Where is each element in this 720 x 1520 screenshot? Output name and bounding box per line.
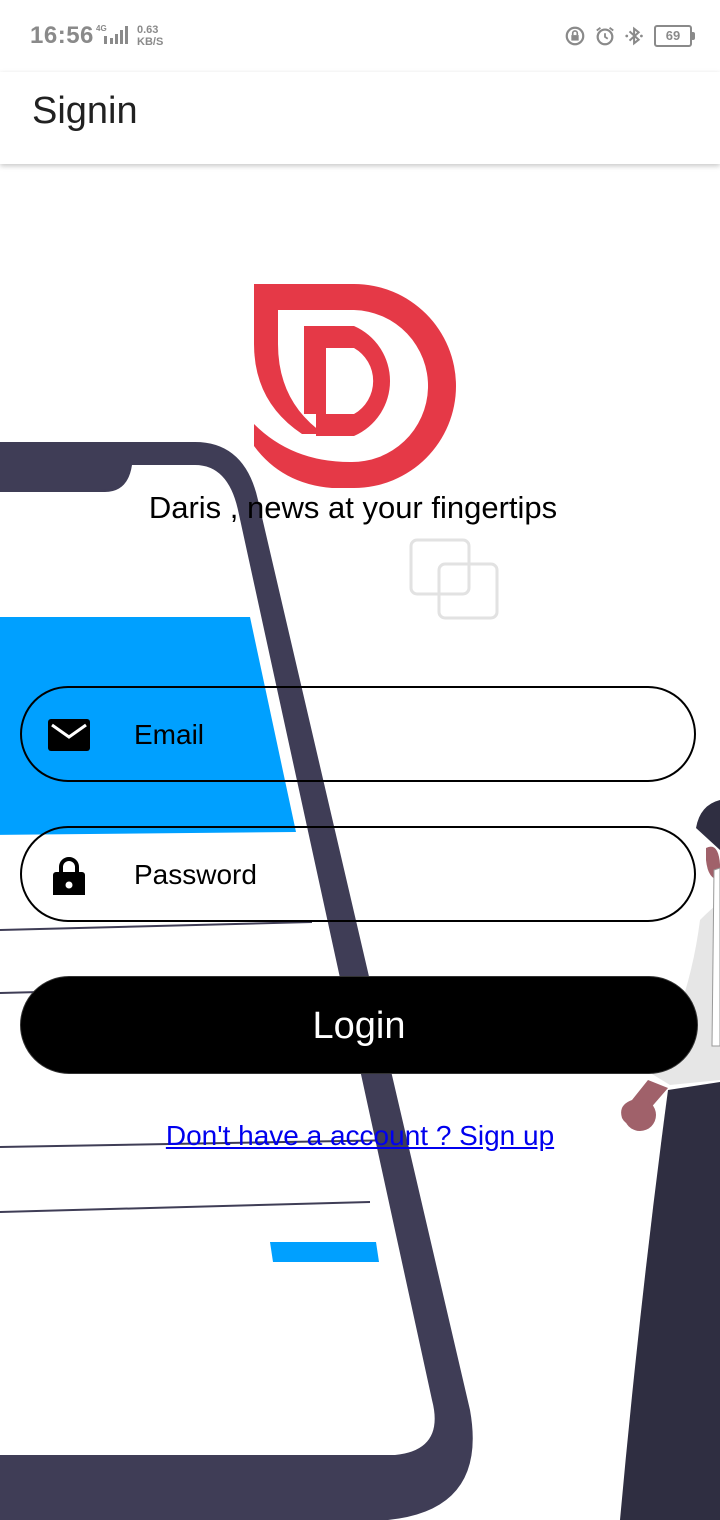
speed-unit: KB/S — [137, 36, 164, 48]
app-bar: Signin — [0, 72, 720, 164]
email-placeholder: Email — [134, 719, 205, 750]
status-time: 16:56 — [30, 22, 94, 49]
blue-bar — [270, 1242, 379, 1262]
alarm-icon — [596, 27, 614, 46]
phone-screen-inner — [0, 465, 435, 1455]
person-device — [711, 867, 720, 1047]
daris-logo — [254, 284, 456, 488]
copy-overlay-icon — [409, 538, 499, 620]
status-icons: 69 — [564, 24, 695, 48]
lock-icon — [53, 857, 85, 895]
password-field[interactable]: Password — [20, 826, 696, 922]
signup-link[interactable]: Don't have a account ? Sign up — [0, 1120, 720, 1152]
bluetooth-icon — [625, 26, 643, 46]
login-button-label: Login — [312, 1005, 406, 1047]
login-button[interactable]: Login — [20, 976, 698, 1074]
password-placeholder: Password — [134, 859, 257, 890]
lock-rotation-icon — [565, 26, 585, 46]
battery-icon: 69 — [654, 25, 695, 47]
phone-screen — [0, 465, 130, 490]
email-field[interactable]: Email — [20, 686, 696, 782]
speed-value: 0.63 — [137, 24, 159, 36]
status-bar: 16:56 4G 0.63 KB/S 69 — [0, 0, 720, 72]
network-type: 4G — [96, 24, 107, 33]
signal-icon: 4G — [96, 24, 128, 44]
network-speed: 0.63 KB/S — [137, 24, 163, 48]
signin-screen: 16:56 4G 0.63 KB/S 69 Signin Daris , new… — [0, 0, 720, 1520]
page-title: Signin — [32, 90, 138, 132]
mail-icon — [48, 719, 90, 751]
app-tagline: Daris , news at your fingertips — [148, 490, 558, 525]
person-hair — [696, 800, 720, 850]
